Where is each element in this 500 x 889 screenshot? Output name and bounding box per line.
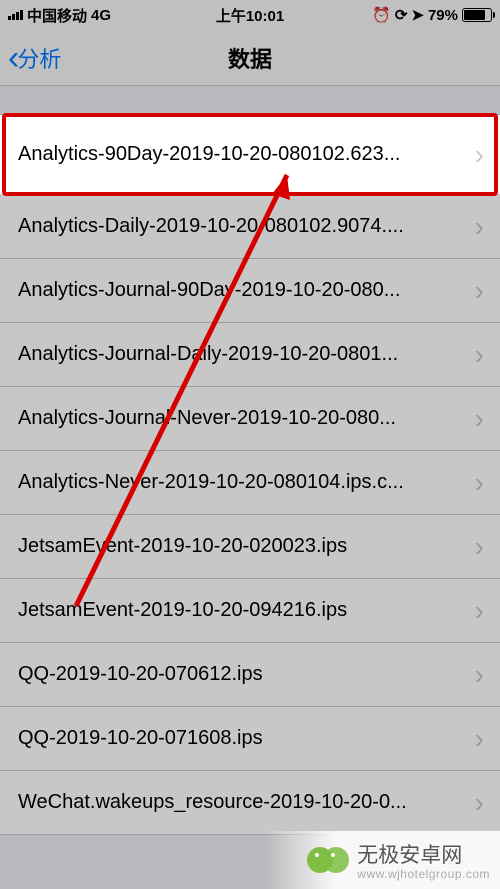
- status-bar: 中国移动 4G 上午10:01 ⏰ ⟳ ➤ 79%: [0, 0, 500, 30]
- list-item-label: JetsamEvent-2019-10-20-020023.ips: [18, 535, 475, 558]
- chevron-right-icon: ›: [475, 277, 484, 305]
- status-time: 上午10:01: [216, 5, 284, 26]
- chevron-right-icon: ›: [475, 789, 484, 817]
- list-item[interactable]: WeChat.wakeups_resource-2019-10-20-0...›: [0, 771, 500, 835]
- chevron-right-icon: ›: [475, 597, 484, 625]
- list-item-label: Analytics-Journal-Daily-2019-10-20-0801.…: [18, 343, 475, 366]
- list-item[interactable]: Analytics-Journal-Daily-2019-10-20-0801.…: [0, 323, 500, 387]
- chevron-right-icon: ›: [475, 405, 484, 433]
- list-item[interactable]: JetsamEvent-2019-10-20-094216.ips›: [0, 579, 500, 643]
- watermark: 无极安卓网 www.wjhotelgroup.com: [265, 831, 500, 889]
- list-item-label: QQ-2019-10-20-071608.ips: [18, 727, 475, 750]
- chevron-right-icon: ›: [475, 213, 484, 241]
- data-list: Analytics-90Day-2019-10-20-080102.623...…: [0, 114, 500, 835]
- chevron-right-icon: ›: [475, 469, 484, 497]
- list-item[interactable]: Analytics-Never-2019-10-20-080104.ips.c.…: [0, 451, 500, 515]
- list-item-label: JetsamEvent-2019-10-20-094216.ips: [18, 599, 475, 622]
- chevron-right-icon: ›: [475, 533, 484, 561]
- network-label: 4G: [91, 7, 111, 24]
- list-item[interactable]: Analytics-Journal-Never-2019-10-20-080..…: [0, 387, 500, 451]
- signal-icon: [8, 10, 23, 20]
- nav-bar: ‹ 分析 数据: [0, 30, 500, 86]
- list-item-label: Analytics-90Day-2019-10-20-080102.623...: [18, 143, 475, 166]
- watermark-logo-icon: [305, 837, 351, 883]
- battery-icon: [462, 8, 492, 22]
- list-item-label: QQ-2019-10-20-070612.ips: [18, 663, 475, 686]
- list-item[interactable]: QQ-2019-10-20-070612.ips›: [0, 643, 500, 707]
- battery-pct: 79%: [428, 7, 458, 24]
- list-item[interactable]: Analytics-90Day-2019-10-20-080102.623...…: [0, 115, 500, 195]
- list-item[interactable]: JetsamEvent-2019-10-20-020023.ips›: [0, 515, 500, 579]
- watermark-sub: www.wjhotelgroup.com: [357, 867, 490, 881]
- chevron-right-icon: ›: [475, 725, 484, 753]
- list-item[interactable]: QQ-2019-10-20-071608.ips›: [0, 707, 500, 771]
- lock-rotation-icon: ⟳: [395, 6, 408, 24]
- carrier-label: 中国移动: [27, 5, 87, 26]
- list-item-label: Analytics-Journal-Never-2019-10-20-080..…: [18, 407, 475, 430]
- list-item[interactable]: Analytics-Daily-2019-10-20-080102.9074..…: [0, 195, 500, 259]
- list-item-label: Analytics-Never-2019-10-20-080104.ips.c.…: [18, 471, 475, 494]
- list-item-label: WeChat.wakeups_resource-2019-10-20-0...: [18, 791, 475, 814]
- list-item-label: Analytics-Daily-2019-10-20-080102.9074..…: [18, 215, 475, 238]
- back-button[interactable]: ‹ 分析: [8, 41, 61, 75]
- back-label: 分析: [17, 42, 61, 74]
- status-left: 中国移动 4G: [8, 5, 111, 26]
- watermark-text: 无极安卓网: [357, 844, 462, 867]
- list-item-label: Analytics-Journal-90Day-2019-10-20-080..…: [18, 279, 475, 302]
- location-icon: ➤: [411, 6, 424, 24]
- page-title: 数据: [228, 42, 272, 74]
- chevron-right-icon: ›: [475, 141, 484, 169]
- alarm-icon: ⏰: [372, 6, 391, 24]
- chevron-right-icon: ›: [475, 341, 484, 369]
- chevron-right-icon: ›: [475, 661, 484, 689]
- list-item[interactable]: Analytics-Journal-90Day-2019-10-20-080..…: [0, 259, 500, 323]
- status-right: ⏰ ⟳ ➤ 79%: [372, 6, 492, 24]
